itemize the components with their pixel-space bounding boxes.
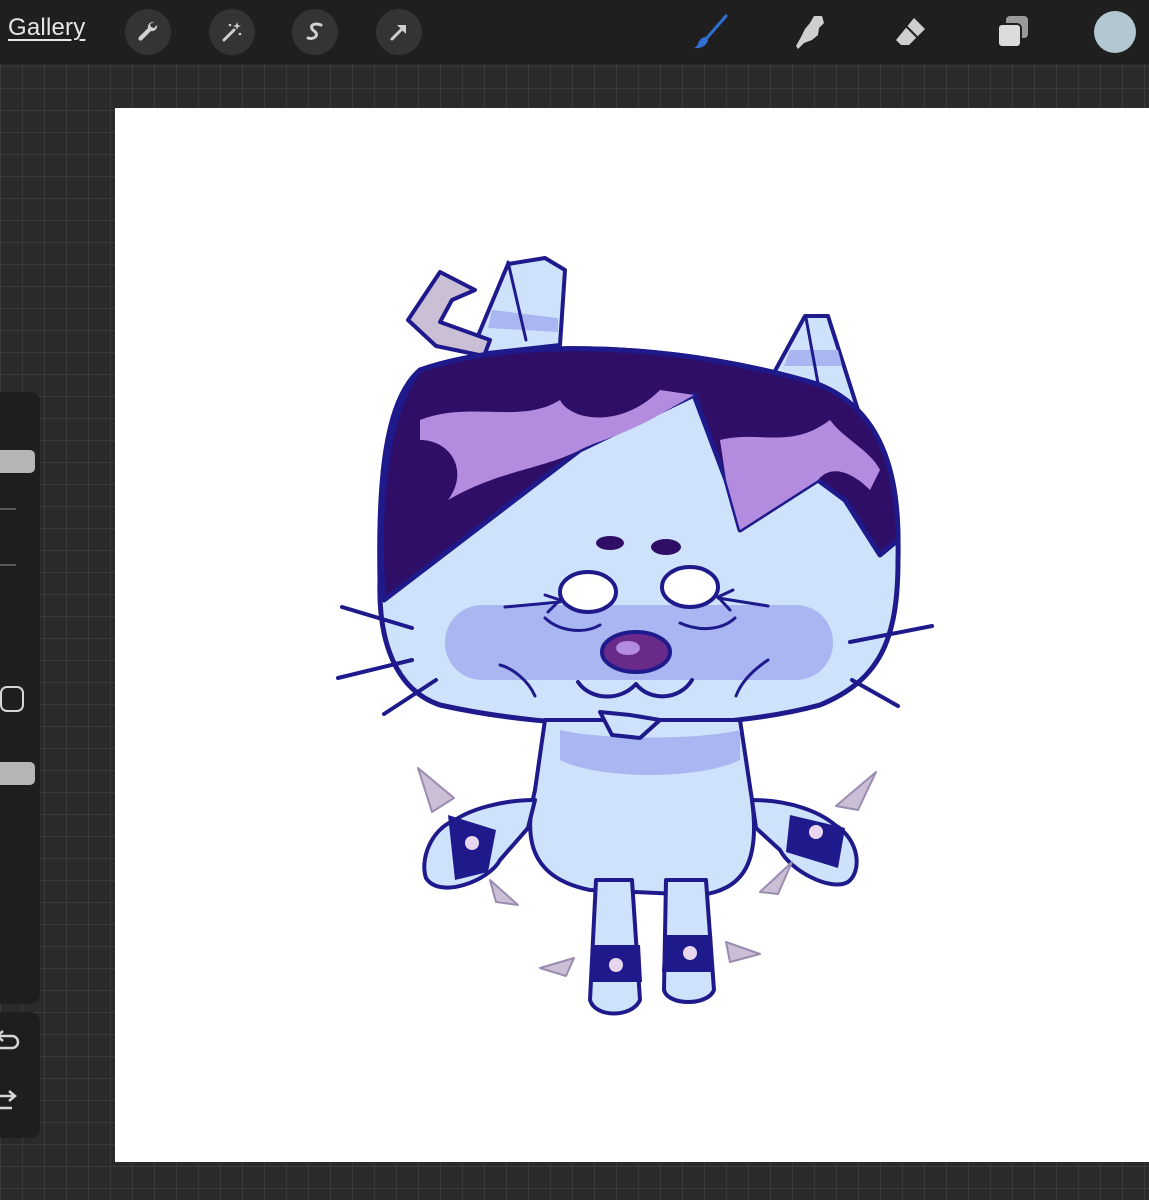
procreate-app-window: Gallery (0, 0, 1149, 1200)
layers-icon (997, 16, 1028, 48)
smudge-tool-button[interactable] (791, 12, 831, 52)
selection-icon (306, 22, 323, 40)
brush-size-slider[interactable] (0, 450, 35, 473)
top-toolbar: Gallery (0, 0, 1149, 64)
brush-tool-button[interactable] (691, 12, 731, 52)
cat-right-brow (651, 539, 681, 555)
eraser-icon (896, 18, 925, 45)
eraser-tool-button[interactable] (891, 12, 931, 52)
slider-tick (0, 508, 16, 510)
actions-button[interactable] (125, 9, 171, 55)
selection-button[interactable] (292, 9, 338, 55)
opacity-slider[interactable] (0, 762, 35, 785)
redo-button[interactable] (0, 1086, 22, 1116)
color-picker-button[interactable] (1094, 11, 1136, 53)
cat-left-eye (558, 570, 618, 614)
history-panel (0, 1012, 40, 1138)
brush-icon (694, 14, 728, 49)
undo-icon (0, 1030, 20, 1050)
gallery-button[interactable]: Gallery (8, 14, 85, 42)
slider-tick (0, 564, 16, 566)
cat-drawing (336, 256, 934, 1016)
cat-hair-clip (406, 270, 492, 358)
smudge-icon (796, 16, 824, 49)
drawing-canvas[interactable] (115, 108, 1149, 1162)
cat-right-eye (660, 565, 720, 609)
wrench-icon (138, 21, 158, 41)
cat-left-brow (596, 536, 624, 550)
magic-wand-icon (222, 22, 242, 42)
adjustments-button[interactable] (209, 9, 255, 55)
redo-icon (0, 1090, 17, 1110)
transform-arrow-icon (390, 25, 406, 41)
undo-button[interactable] (0, 1026, 22, 1056)
transform-button[interactable] (376, 9, 422, 55)
modify-square-button[interactable] (0, 686, 24, 712)
layers-button[interactable] (993, 12, 1033, 52)
